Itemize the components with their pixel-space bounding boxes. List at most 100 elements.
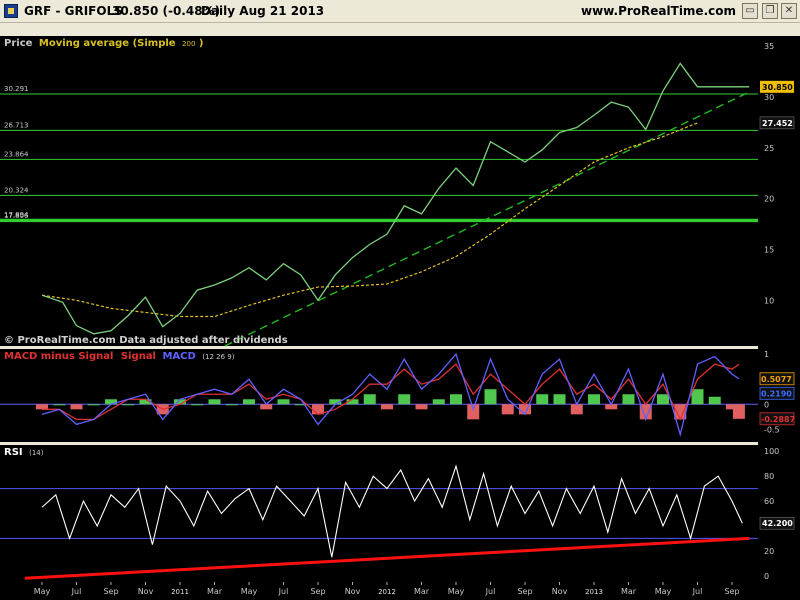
x-tick-label: Jul [71, 587, 82, 596]
prorealtime-logo-icon [4, 4, 18, 18]
macd-hist-bar [191, 404, 204, 406]
price-title-ma: Moving average (Simple [39, 38, 176, 49]
restore-window-icon[interactable]: ❐ [762, 3, 778, 19]
macd-hist-bar [225, 404, 238, 406]
x-tick-label: 2011 [171, 588, 189, 596]
price-level-label: 30.291 [4, 85, 29, 93]
price-y-tick: 15 [764, 245, 774, 254]
macd-hist-bar [87, 404, 100, 406]
price-y-tick: 10 [764, 296, 774, 305]
x-tick-label: May [448, 587, 465, 596]
macd-title-params: (12 26 9) [202, 353, 234, 361]
rsi-y-tick: 100 [764, 447, 779, 456]
price-title-ma-close: ) [199, 38, 204, 49]
x-tick-label: Jul [692, 587, 703, 596]
macd-hist-bar [432, 399, 445, 405]
price-y-tick: 30 [764, 93, 774, 102]
macd-hist-bar [381, 404, 393, 410]
x-tick-label: Nov [345, 587, 361, 596]
price-title-ma-period: 200 [182, 40, 195, 48]
rsi-y-tick: 0 [764, 572, 769, 581]
macd-hist-bar [501, 404, 514, 415]
macd-hist-bar [53, 404, 66, 406]
rsi-y-tick: 20 [764, 547, 774, 556]
macd-hist-bar [657, 394, 669, 405]
rsi-title-name: RSI [4, 447, 23, 458]
macd-hist-bar [570, 404, 583, 415]
macd-hist-bar [691, 389, 704, 405]
macd-hist-bar [467, 404, 480, 420]
macd-hist-bar [70, 404, 83, 410]
macd-hist-bar [243, 399, 255, 405]
close-icon[interactable]: ✕ [781, 3, 797, 19]
rsi-y-tick: 60 [764, 497, 774, 506]
macd-value-label: -0.2887 [761, 415, 795, 424]
x-tick-label: Jul [485, 587, 496, 596]
macd-hist-bar [553, 394, 566, 405]
chart-period-date: Daily Aug 21 2013 [201, 4, 325, 18]
instrument-symbol: GRF - GRIFOLS [24, 4, 123, 18]
last-price-label: 30.850 [762, 83, 793, 92]
x-tick-label: Sep [310, 587, 325, 596]
macd-hist-bar [363, 394, 376, 405]
x-tick-label: 2013 [585, 588, 603, 596]
chart-area: 10152025303530.29126.71323.86420.32417.8… [0, 36, 800, 600]
rsi-y-tick: 80 [764, 472, 774, 481]
watermark: © ProRealTime.com Data adjusted after di… [4, 335, 288, 346]
x-tick-label: Nov [552, 587, 568, 596]
price-y-tick: 35 [764, 42, 774, 51]
macd-hist-bar [588, 394, 600, 405]
macd-hist-bar [450, 394, 462, 405]
x-tick-label: Sep [103, 587, 118, 596]
macd-value-label: 0.2190 [761, 389, 792, 398]
x-tick-label: Sep [724, 587, 739, 596]
rsi-last-label: 42.200 [762, 519, 793, 528]
macd-hist-bar [536, 394, 549, 405]
macd-hist-bar [36, 404, 48, 410]
price-level-label: 20.324 [4, 186, 29, 194]
x-tick-label: Mar [621, 587, 637, 596]
macd-hist-bar [622, 394, 635, 405]
ma-last-label: 27.452 [762, 119, 793, 128]
price-y-tick: 20 [764, 195, 774, 204]
x-tick-label: May [34, 587, 51, 596]
rsi-panel[interactable] [0, 445, 758, 582]
x-tick-label: 2012 [378, 588, 396, 596]
time-axis-strip [0, 582, 800, 600]
screen-capture-icon[interactable]: ▭ [742, 3, 758, 19]
x-tick-label: May [241, 587, 258, 596]
macd-y-tick: 0 [764, 400, 769, 409]
x-tick-label: May [655, 587, 672, 596]
macd-title-hist: MACD minus Signal [4, 351, 113, 362]
rsi-title: RSI (14) [4, 447, 44, 458]
macd-hist-bar [122, 404, 135, 406]
price-level-label: 23.864 [4, 150, 29, 158]
price-panel[interactable] [0, 36, 758, 346]
x-tick-label: Mar [414, 587, 430, 596]
macd-hist-bar [732, 404, 745, 419]
macd-title-macd: MACD [162, 351, 195, 362]
macd-hist-bar [708, 396, 721, 405]
macd-y-tick: -0.5 [764, 425, 780, 434]
x-tick-label: Jul [278, 587, 289, 596]
price-level-label: 17.806 [4, 212, 29, 220]
macd-y-tick: 1 [764, 350, 769, 359]
price-title-price: Price [4, 38, 33, 49]
price-y-tick: 25 [764, 144, 774, 153]
price-title: Price Moving average (Simple 200 ) [4, 38, 203, 49]
x-tick-label: Mar [207, 587, 223, 596]
price-level-label: 26.713 [4, 121, 29, 129]
macd-hist-bar [398, 394, 411, 405]
macd-panel[interactable] [0, 349, 758, 442]
macd-hist-bar [277, 399, 290, 405]
macd-hist-bar [415, 404, 428, 410]
site-link[interactable]: www.ProRealTime.com [581, 4, 736, 18]
rsi-title-params: (14) [29, 449, 44, 457]
macd-hist-bar [208, 399, 221, 405]
x-tick-label: Sep [517, 587, 532, 596]
macd-title-signal: Signal [121, 351, 156, 362]
macd-hist-bar [484, 389, 497, 405]
title-bar: GRF - GRIFOLS 30.850 (-0.48%) Daily Aug … [0, 0, 800, 23]
x-tick-label: Nov [138, 587, 154, 596]
macd-value-label: 0.5077 [761, 375, 792, 384]
